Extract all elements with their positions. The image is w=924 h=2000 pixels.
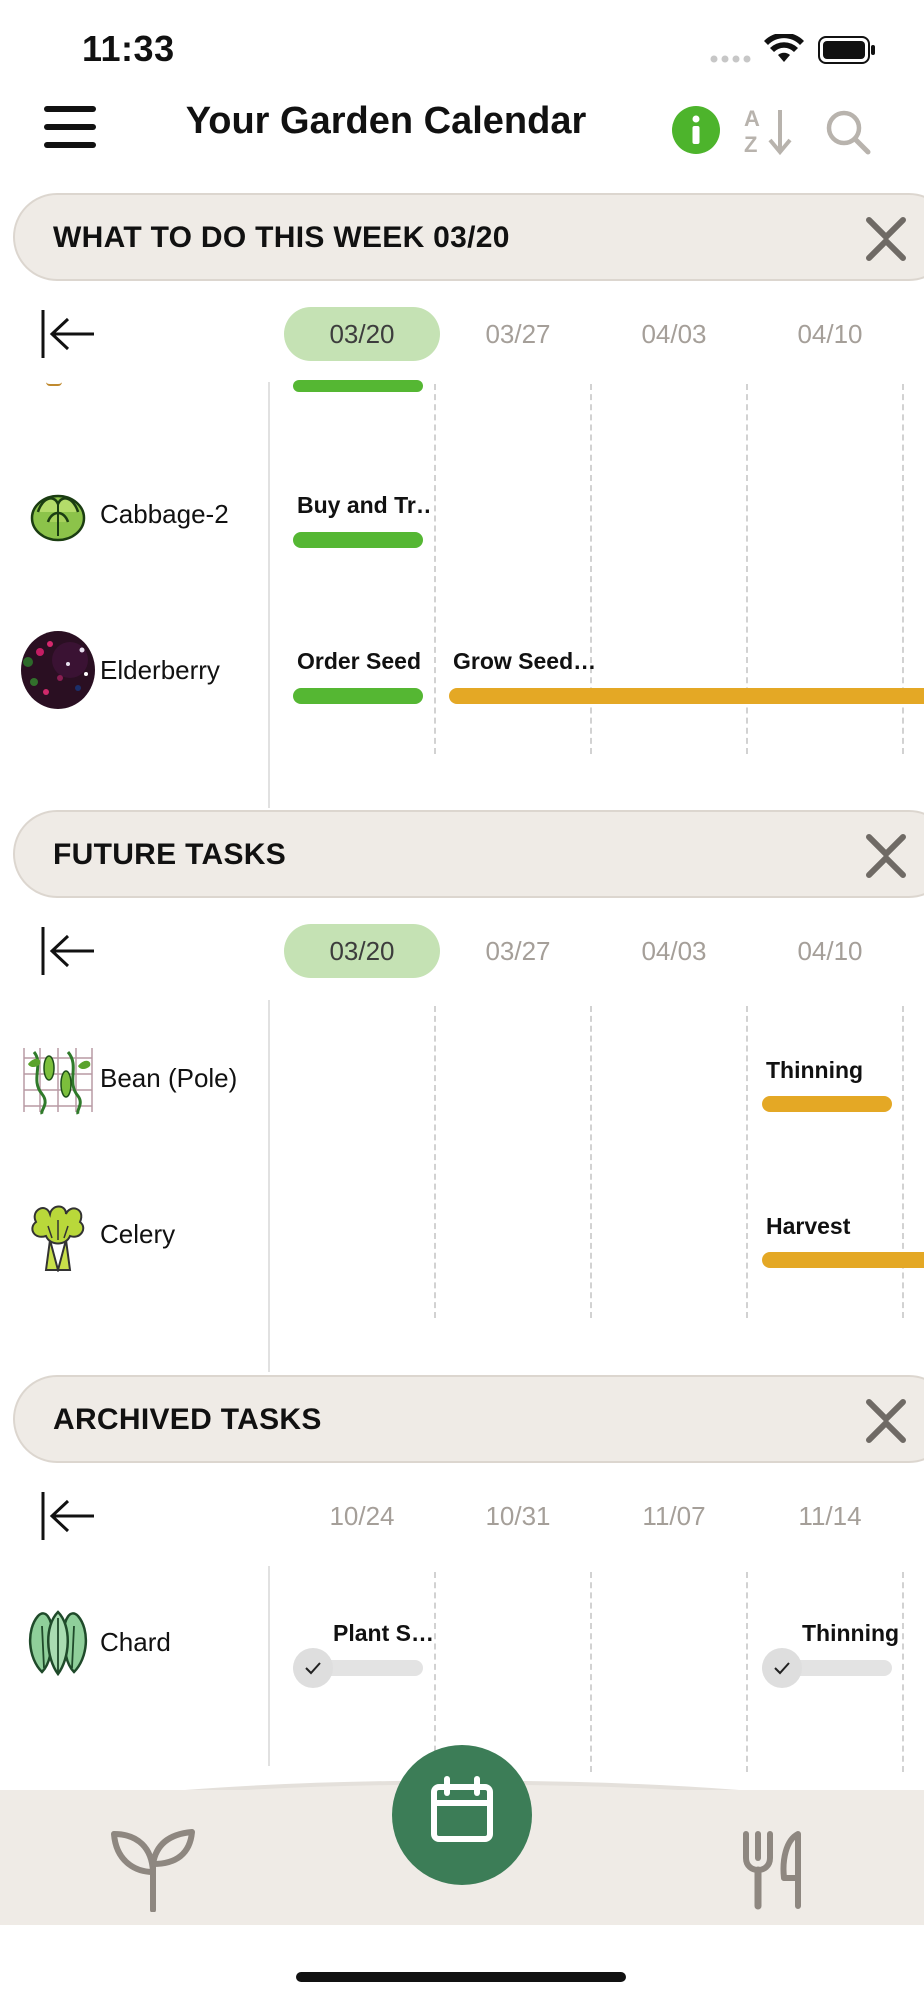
plant-name[interactable]: Elderberry: [100, 655, 220, 686]
scroll-to-start-icon[interactable]: [40, 306, 96, 362]
task-label[interactable]: Grow Seed…: [453, 648, 613, 675]
column-divider: [268, 1566, 270, 1766]
task-bar[interactable]: [293, 380, 423, 392]
plant-icon-partial: [46, 378, 62, 386]
week-gridline: [746, 1006, 748, 1318]
close-icon[interactable]: [861, 214, 911, 264]
plant-name[interactable]: Celery: [100, 1219, 175, 1250]
column-divider: [268, 1000, 270, 1372]
task-bar[interactable]: [449, 688, 924, 704]
plant-name[interactable]: Bean (Pole): [100, 1063, 237, 1094]
check-icon[interactable]: [762, 1648, 802, 1688]
date-chip[interactable]: 04/03: [596, 924, 752, 978]
bottom-white-strip: [0, 1925, 924, 2000]
date-chip[interactable]: 03/20: [284, 307, 440, 361]
search-icon[interactable]: [824, 108, 872, 161]
status-time: 11:33: [82, 28, 175, 69]
home-indicator[interactable]: [296, 1972, 626, 1982]
date-chip[interactable]: 11/07: [596, 1489, 752, 1543]
section-header-future-tasks: FUTURE TASKS: [13, 810, 924, 898]
close-icon[interactable]: [861, 831, 911, 881]
task-bar[interactable]: [762, 1252, 924, 1268]
section-header-this-week: WHAT TO DO THIS WEEK 03/20: [13, 193, 924, 281]
task-bar[interactable]: [293, 688, 423, 704]
section-title: ARCHIVED TASKS: [53, 1403, 322, 1436]
week-gridline: [590, 1572, 592, 1772]
date-chip[interactable]: 04/03: [596, 307, 752, 361]
calendar-icon: [431, 1776, 493, 1842]
week-gridline: [434, 384, 436, 754]
date-chip[interactable]: 03/27: [440, 924, 596, 978]
chard-icon: [22, 1606, 94, 1678]
date-chip[interactable]: 03/20: [284, 924, 440, 978]
plant-name[interactable]: Cabbage-2: [100, 499, 229, 530]
task-label[interactable]: Plant S…: [333, 1620, 433, 1647]
task-label[interactable]: Buy and Tr…: [297, 492, 433, 519]
date-chip[interactable]: 10/24: [284, 1489, 440, 1543]
date-chip[interactable]: 04/10: [752, 924, 908, 978]
plant-name[interactable]: Chard: [100, 1627, 171, 1658]
info-icon[interactable]: [672, 106, 720, 159]
wifi-icon: [764, 32, 804, 69]
page-title: Your Garden Calendar: [185, 100, 587, 142]
svg-text:A: A: [744, 106, 760, 131]
close-icon[interactable]: [861, 1396, 911, 1446]
calendar-button[interactable]: [392, 1745, 532, 1885]
date-chip[interactable]: 10/31: [440, 1489, 596, 1543]
battery-icon: [818, 36, 876, 69]
week-gridline: [590, 1006, 592, 1318]
celery-icon: [22, 1200, 94, 1274]
svg-text:Z: Z: [744, 132, 757, 156]
date-chip[interactable]: 11/14: [752, 1489, 908, 1543]
week-gridline: [902, 1006, 904, 1318]
week-gridline: [434, 1006, 436, 1318]
task-bar[interactable]: [762, 1096, 892, 1112]
column-divider: [268, 382, 270, 808]
scroll-to-start-icon[interactable]: [40, 1488, 96, 1544]
scroll-to-start-icon[interactable]: [40, 923, 96, 979]
check-icon[interactable]: [293, 1648, 333, 1688]
fork-knife-icon[interactable]: [740, 1830, 806, 1915]
section-title: WHAT TO DO THIS WEEK 03/20: [53, 221, 510, 254]
week-gridline: [746, 1572, 748, 1772]
signal-icon: [710, 52, 754, 70]
task-label[interactable]: Harvest: [766, 1213, 916, 1240]
week-gridline: [902, 1572, 904, 1772]
section-header-archived-tasks: ARCHIVED TASKS: [13, 1375, 924, 1463]
date-chip[interactable]: 04/10: [752, 307, 908, 361]
sort-az-icon[interactable]: A Z: [744, 106, 796, 161]
task-bar[interactable]: [293, 532, 423, 548]
date-chip[interactable]: 03/27: [440, 307, 596, 361]
task-label[interactable]: Thinning: [766, 1057, 916, 1084]
bean-trellis-icon: [22, 1044, 94, 1116]
elderberry-photo: [20, 630, 96, 710]
task-label[interactable]: Order Seed: [297, 648, 433, 675]
week-gridline: [434, 1572, 436, 1772]
section-title: FUTURE TASKS: [53, 838, 287, 871]
plant-icon[interactable]: [110, 1826, 196, 1917]
cabbage-icon: [22, 478, 94, 550]
task-label[interactable]: Thinning: [802, 1620, 924, 1647]
